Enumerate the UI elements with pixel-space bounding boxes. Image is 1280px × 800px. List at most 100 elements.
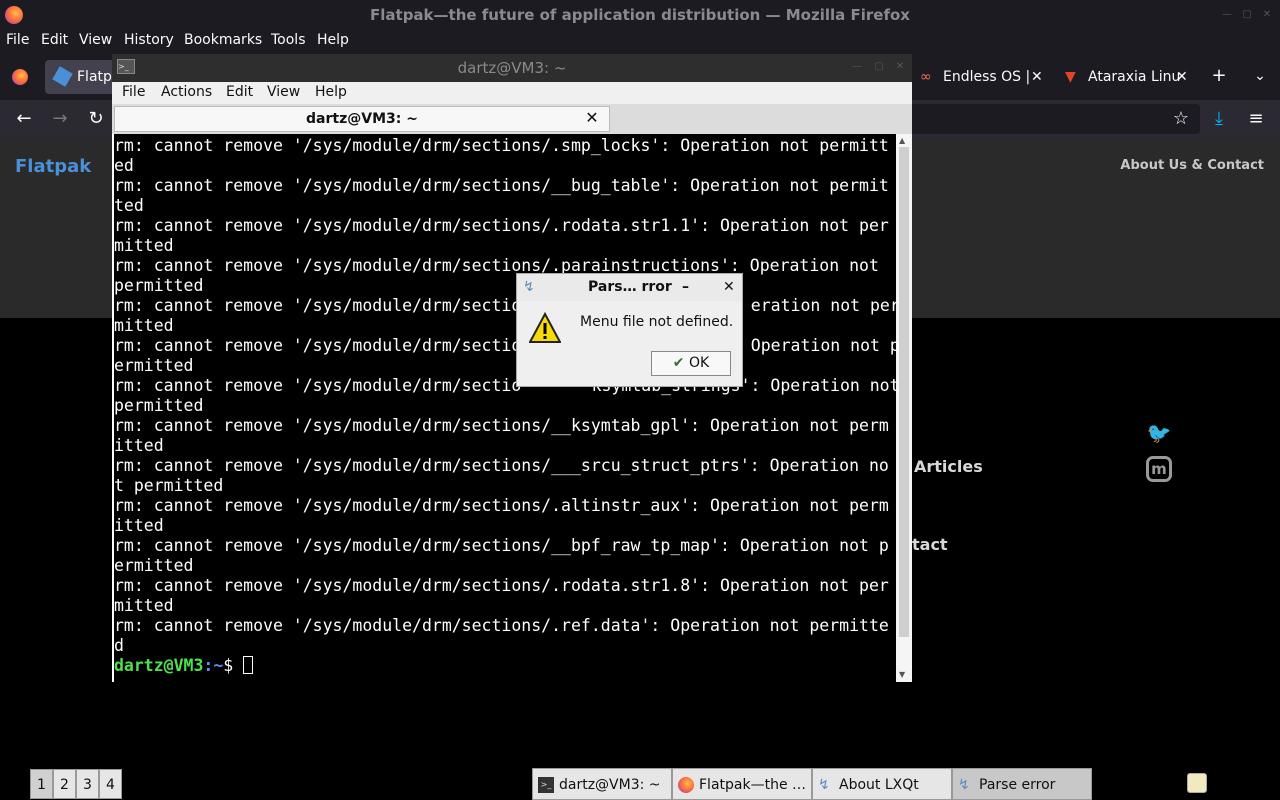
task-terminal[interactable]: >_ dartz@VM3: ~	[532, 768, 672, 800]
dialog-message: Menu file not defined.	[580, 314, 734, 330]
reload-icon[interactable]: ↻	[85, 108, 107, 130]
back-icon[interactable]: ←	[13, 108, 35, 130]
forward-icon[interactable]: →	[49, 108, 71, 130]
clipboard-tray-icon[interactable]	[1187, 773, 1207, 793]
terminal-line: ed	[114, 156, 896, 176]
scroll-up-icon[interactable]: ▲	[899, 136, 905, 145]
workspace-3[interactable]: 3	[76, 769, 99, 799]
terminal-line: ted	[114, 196, 896, 216]
menu-view[interactable]: View	[79, 32, 112, 48]
prompt-path: :~	[203, 656, 224, 675]
task-parse-error[interactable]: ↯ Parse error	[952, 768, 1092, 800]
menu-history[interactable]: History	[124, 32, 174, 48]
dialog-close-icon[interactable]: ✕	[723, 274, 735, 301]
terminal-line: t permitted	[114, 476, 896, 496]
ok-check-icon: ✔	[672, 355, 685, 371]
terminal-line: permitted	[114, 276, 896, 296]
scroll-down-icon[interactable]: ▼	[899, 670, 905, 679]
menu-file[interactable]: File	[6, 32, 29, 48]
about-contact-link[interactable]: About Us & Contact	[1120, 158, 1264, 173]
terminal-menu-actions[interactable]: Actions	[161, 84, 212, 100]
terminal-maximize-icon[interactable]: ▢	[872, 60, 886, 74]
task-label: About LXQt	[839, 777, 919, 793]
terminal-window-title: dartz@VM3: ~	[457, 59, 567, 77]
terminal-line-text: rm: cannot remove '/sys/module/drm/secti…	[114, 216, 889, 235]
terminal-line: rm: cannot remove '/sys/module/drm/secti…	[114, 496, 896, 516]
task-about-lxqt[interactable]: ↯ About LXQt	[812, 768, 952, 800]
terminal-line-text: rm: cannot remove '/sys/module/drm/secti…	[114, 456, 889, 475]
terminal-line-text: mitted	[114, 316, 174, 335]
terminal-line: rm: cannot remove '/sys/module/drm/secti…	[114, 296, 900, 316]
firefox-task-icon	[678, 777, 694, 793]
list-tabs-icon[interactable]: ⌄	[1249, 65, 1271, 87]
app-menu-icon[interactable]: ≡	[1245, 108, 1267, 130]
articles-link[interactable]: Articles	[914, 457, 983, 476]
workspace-4[interactable]: 4	[99, 769, 122, 799]
tab-ataraxia[interactable]: ▼ Ataraxia Linu ✕	[1062, 60, 1192, 94]
flatpak-favicon-icon	[52, 66, 73, 87]
mastodon-icon[interactable]: m	[1146, 456, 1172, 482]
terminal-line-text: rm: cannot remove '/sys/module/drm/secti…	[114, 416, 889, 435]
terminal-menu-edit[interactable]: Edit	[226, 84, 253, 100]
terminal-line-text: mitted	[114, 236, 174, 255]
twitter-icon[interactable]: 🐦	[1146, 420, 1172, 446]
terminal-line-text: d	[114, 636, 124, 655]
gitlab-favicon-icon: ▼	[1065, 69, 1076, 85]
lxqt-task-icon: ↯	[818, 777, 830, 793]
new-tab-icon[interactable]: +	[1208, 65, 1230, 87]
menu-edit[interactable]: Edit	[41, 32, 68, 48]
firefox-view-icon[interactable]	[12, 69, 28, 85]
workspace-2[interactable]: 2	[53, 769, 76, 799]
dialog-app-icon: ↯	[523, 279, 535, 295]
terminal-line: mitted	[114, 236, 896, 256]
terminal-output-text: rm: cannot remove '/sys/module/drm/secti…	[114, 136, 900, 656]
terminal-menu-file[interactable]: File	[122, 84, 145, 100]
tab-flatpak[interactable]: Flatp	[45, 60, 115, 94]
menu-help[interactable]: Help	[317, 32, 349, 48]
terminal-line: ermitted	[114, 556, 896, 576]
tab-endless-os[interactable]: ∞ Endless OS | ✕	[918, 60, 1048, 94]
terminal-line-text: rm: cannot remove '/sys/module/drm/secti…	[114, 376, 522, 395]
menu-tools[interactable]: Tools	[271, 32, 306, 48]
terminal-line: rm: cannot remove '/sys/module/drm/secti…	[114, 616, 896, 636]
terminal-tab[interactable]: dartz@VM3: ~	[114, 106, 610, 132]
dialog-minimize-icon[interactable]: –	[682, 274, 689, 301]
tab-label: Ataraxia Linu	[1088, 69, 1181, 85]
tab-close-icon[interactable]: ✕	[1176, 60, 1188, 94]
task-firefox[interactable]: Flatpak—the …	[672, 768, 812, 800]
firefox-window-title: Flatpak—the future of application distri…	[370, 6, 910, 24]
terminal-line-text: rm: cannot remove '/sys/module/drm/secti…	[114, 616, 889, 635]
workspace-1[interactable]: 1	[30, 769, 53, 799]
warning-icon	[529, 312, 561, 343]
maximize-icon[interactable]: ▢	[1240, 8, 1254, 22]
downloads-icon[interactable]: ⤓	[1208, 108, 1230, 130]
ok-button[interactable]: ✔ OK	[651, 351, 731, 376]
terminal-tab-close-icon[interactable]: ✕	[582, 108, 602, 128]
terminal-app-icon: >_	[117, 59, 135, 74]
terminal-line-text: rm: cannot remove '/sys/module/drm/secti…	[114, 136, 889, 155]
terminal-scrollbar-thumb[interactable]	[899, 147, 909, 637]
terminal-task-icon: >_	[538, 777, 554, 793]
terminal-line: mitted	[114, 316, 896, 336]
terminal-menu-view[interactable]: View	[267, 84, 300, 100]
url-bar[interactable]	[900, 104, 1200, 134]
menu-bookmarks[interactable]: Bookmarks	[184, 32, 262, 48]
terminal-menubar: File Actions Edit View Help	[112, 82, 912, 104]
terminal-cursor	[243, 656, 254, 674]
minimize-icon[interactable]: —	[1220, 8, 1234, 22]
task-label: dartz@VM3: ~	[559, 777, 661, 793]
tab-label: Flatp	[77, 69, 112, 85]
close-icon[interactable]: ✕	[1260, 8, 1274, 22]
bookmark-star-icon[interactable]: ☆	[1170, 108, 1192, 130]
terminal-menu-help[interactable]: Help	[315, 84, 347, 100]
terminal-close-icon[interactable]: ✕	[893, 60, 907, 74]
terminal-line: d	[114, 636, 896, 656]
contact-link[interactable]: tact	[912, 535, 948, 554]
flatpak-brand-link[interactable]: Flatpak	[15, 156, 91, 177]
tab-close-icon[interactable]: ✕	[1031, 60, 1043, 94]
terminal-minimize-icon[interactable]: —	[850, 60, 864, 74]
firefox-logo-icon	[5, 6, 23, 24]
terminal-line-text: rm: cannot remove '/sys/module/drm/secti…	[114, 176, 889, 195]
terminal-line: rm: cannot remove '/sys/module/drm/secti…	[114, 416, 896, 436]
terminal-line-text: itted	[114, 436, 164, 455]
